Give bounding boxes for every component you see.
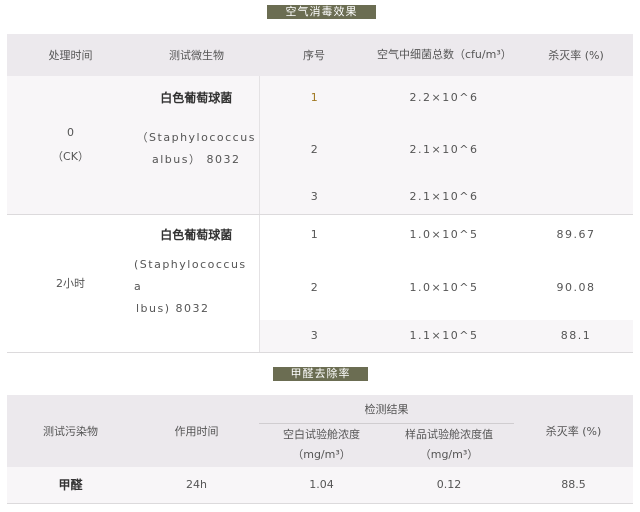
group0-latin-line2: albus） 8032: [152, 153, 241, 166]
row-pollutant: 甲醛: [7, 467, 134, 504]
group1-row1-count: 1.0×10^5: [409, 280, 479, 294]
header-kill-rate-2: 杀灭率 (%): [514, 395, 633, 467]
header-blank-chamber: 空白试验舱浓度（mg/m³）: [259, 423, 384, 467]
group1-row1-rate: 90.08: [556, 280, 596, 294]
group0-row0-count: 2.2×10^6: [369, 76, 519, 118]
header-bacteria-count: 空气中细菌总数（cfu/m³）: [369, 34, 519, 76]
group0-microbe-empty: [134, 180, 259, 215]
row-blank: 1.04: [259, 467, 384, 504]
table-row: 2小时 白色葡萄球菌 1 1.0×10^5 89.67: [7, 214, 633, 353]
group0-microbe-cn: 白色葡萄球菌: [134, 76, 259, 118]
group0-time: 0 （CK）: [7, 76, 134, 215]
formaldehyde-removal-table: 测试污染物 作用时间 检测结果 杀灭率 (%) 空白试验舱浓度（mg/m³） 样…: [7, 395, 633, 504]
group0-row2-count: 2.1×10^6: [369, 180, 519, 215]
group0-row2-rate: [519, 180, 633, 215]
header-kill-rate: 杀灭率 (%): [519, 34, 633, 76]
row-sample: 0.12: [384, 467, 514, 504]
group0-microbe-latin: （Staphylococcus albus） 8032: [134, 118, 259, 180]
group1-latin-line2: lbus) 8032: [136, 302, 210, 315]
air-disinfection-table: 处理时间 测试微生物 序号 空气中细菌总数（cfu/m³） 杀灭率 (%) 0 …: [7, 34, 633, 353]
group1-microbe-cn: 白色葡萄球菌: [160, 227, 233, 242]
header-sample-chamber: 样品试验舱浓度值（mg/m³）: [384, 423, 514, 467]
table2-title: 甲醛去除率: [273, 367, 368, 381]
group1-time: 2小时: [7, 214, 134, 353]
row-time: 24h: [134, 467, 259, 504]
group0-time-line2: （CK）: [52, 149, 89, 163]
header-test-microbe: 测试微生物: [134, 34, 259, 76]
header-serial-no: 序号: [259, 34, 369, 76]
header-pollutant: 测试污染物: [7, 395, 134, 467]
header-action-time: 作用时间: [134, 395, 259, 467]
group0-row0-rate: [519, 76, 633, 118]
table1-header-row: 处理时间 测试微生物 序号 空气中细菌总数（cfu/m³） 杀灭率 (%): [7, 34, 633, 76]
group1-row0-rate: 89.67: [556, 227, 596, 241]
group0-time-line1: 0: [67, 125, 74, 139]
header-treatment-time: 处理时间: [7, 34, 134, 76]
group1-row2-count: 1.1×10^5: [369, 320, 519, 353]
group1-row2-no: 3: [258, 320, 369, 353]
header-detection-result: 检测结果: [259, 395, 514, 424]
row-rate: 88.5: [514, 467, 633, 504]
table-row: 甲醛 24h 1.04 0.12 88.5: [7, 467, 633, 504]
group0-row0-no: 1: [258, 76, 369, 118]
group0-row1-count: 2.1×10^6: [369, 118, 519, 180]
group1-latin-line1: (Staphylococcus a: [134, 258, 247, 293]
group0-latin-line1: （Staphylococcus: [136, 131, 256, 144]
group1-microbe-latin: (Staphylococcus a lbus) 8032: [134, 254, 259, 320]
group1-row2-rate: 88.1: [519, 320, 633, 353]
group1-row0-no: 1: [258, 214, 369, 254]
table-row: 0 （CK） 白色葡萄球菌 1 2.2×10^6: [7, 76, 633, 215]
group0-row2-no: 3: [258, 180, 369, 215]
table2-header-row: 测试污染物 作用时间 检测结果 杀灭率 (%): [7, 395, 633, 467]
group1-row0-count: 1.0×10^5: [409, 227, 479, 241]
group1-microbe-empty: [134, 320, 259, 353]
group0-row1-rate: [519, 118, 633, 180]
group0-row1-no: 2: [258, 118, 369, 180]
group1-row1-no: 2: [258, 254, 369, 320]
table1-title: 空气消毒效果: [267, 5, 376, 19]
